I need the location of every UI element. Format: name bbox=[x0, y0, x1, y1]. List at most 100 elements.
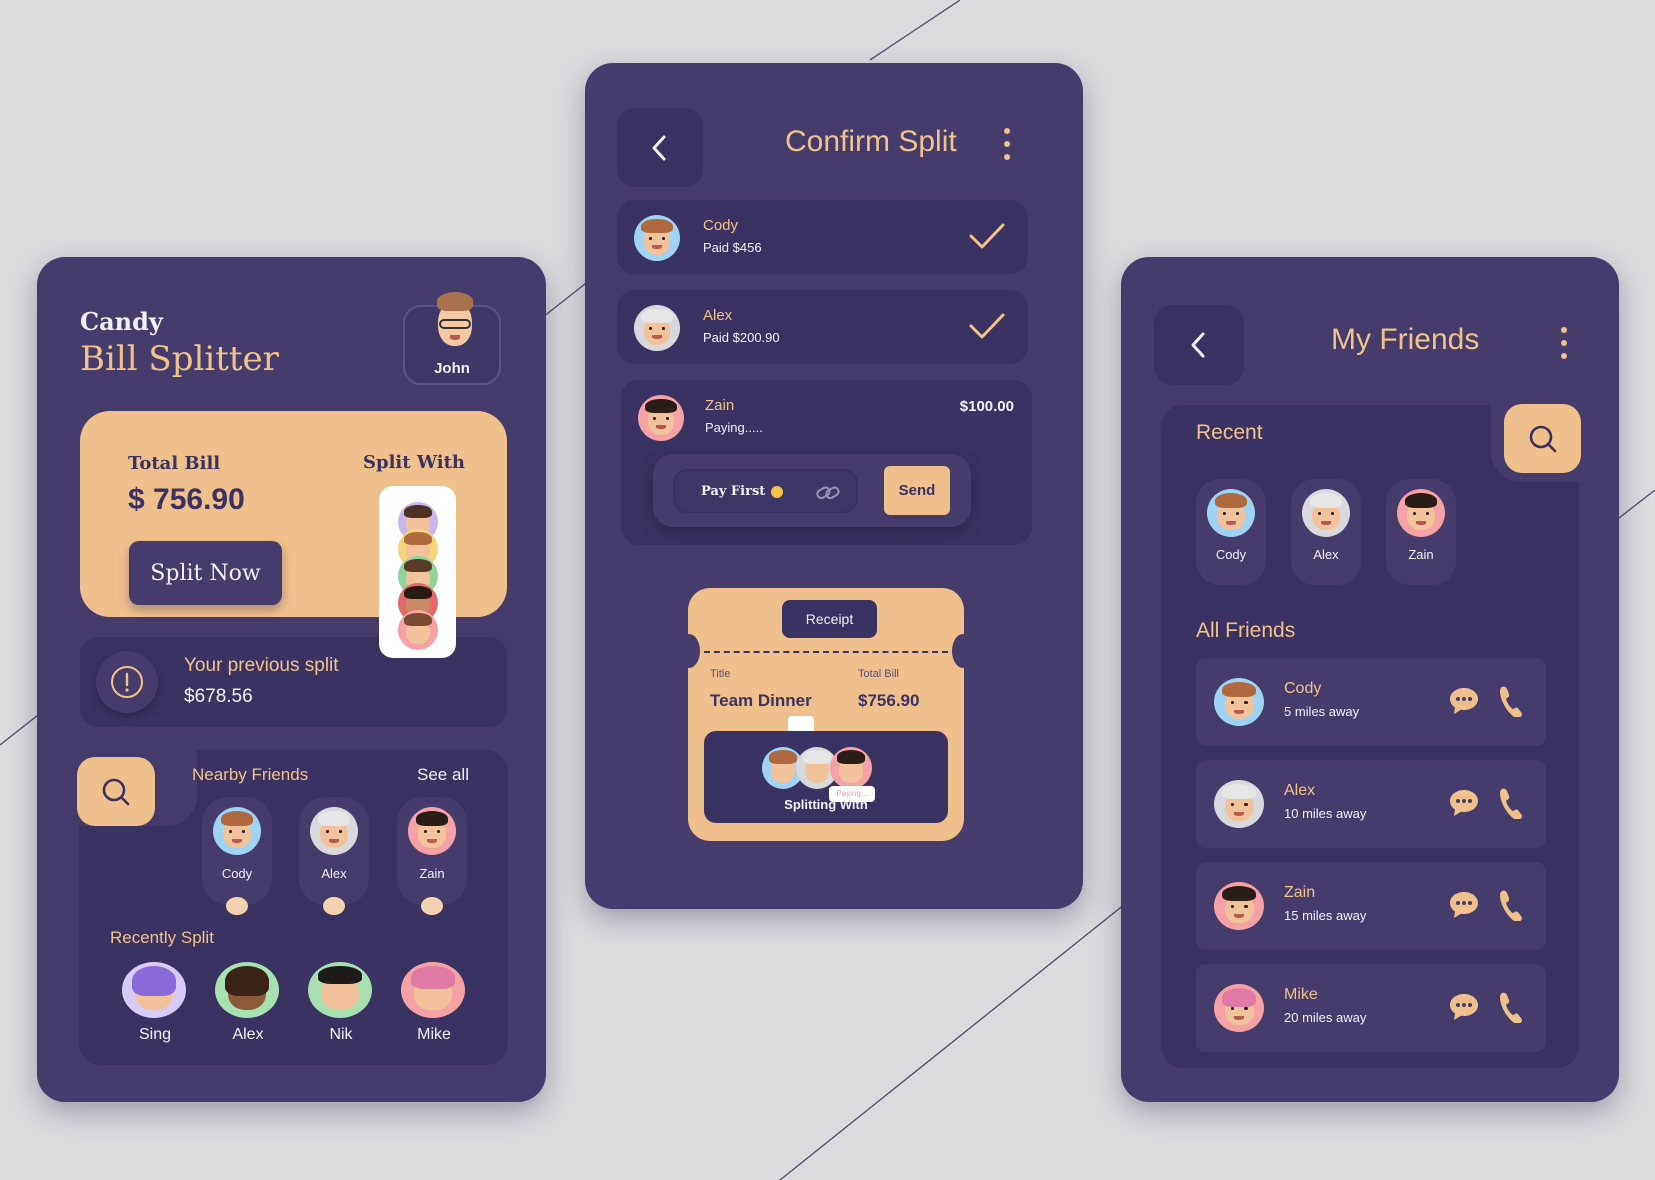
splitting-with-box: Splitting With Paying... bbox=[704, 731, 948, 823]
recent-friend-cody[interactable]: Cody bbox=[1196, 479, 1266, 585]
nearby-friends-title: Nearby Friends bbox=[192, 765, 309, 784]
mike-avatar bbox=[1214, 984, 1264, 1032]
back-button[interactable] bbox=[1154, 305, 1244, 385]
total-bill-label: Total Bill bbox=[128, 453, 221, 474]
receipt-notch-right bbox=[952, 634, 974, 668]
zain-avatar bbox=[830, 747, 872, 789]
search-button[interactable] bbox=[77, 757, 155, 826]
chat-icon[interactable] bbox=[1448, 992, 1480, 1022]
cody-avatar bbox=[634, 215, 680, 261]
split-with-stack[interactable] bbox=[379, 486, 456, 658]
split-with-label: Split With bbox=[363, 452, 465, 473]
receipt-total-value: $756.90 bbox=[858, 691, 920, 710]
friend-name: Alex bbox=[321, 866, 347, 881]
see-all-link[interactable]: See all bbox=[417, 765, 469, 785]
recent-friend-alex[interactable]: Alex bbox=[215, 962, 281, 1044]
cody-avatar bbox=[1214, 678, 1264, 726]
phone-icon[interactable] bbox=[1498, 991, 1524, 1023]
brand-label: Candy bbox=[80, 307, 163, 336]
nearby-friend-cody[interactable]: Cody bbox=[202, 797, 272, 915]
phone-icon[interactable] bbox=[1498, 787, 1524, 819]
payment-row-zain[interactable]: Zain Paying..... $100.00 Pay First Send bbox=[621, 380, 1032, 545]
split-now-button[interactable]: Split Now bbox=[129, 541, 282, 605]
pending-amount: $100.00 bbox=[959, 398, 1014, 415]
recent-friend-alex[interactable]: Alex bbox=[1291, 479, 1361, 585]
friend-name: Zain bbox=[1408, 547, 1434, 562]
phone-icon[interactable] bbox=[1498, 685, 1524, 717]
search-button[interactable] bbox=[1504, 404, 1581, 473]
online-indicator bbox=[323, 897, 345, 915]
friend-name: Alex bbox=[1284, 782, 1316, 799]
friend-row[interactable]: Cody 5 miles away bbox=[1196, 658, 1546, 746]
payment-status: Paid $200.90 bbox=[703, 330, 780, 345]
recent-friend-zain[interactable]: Zain bbox=[1386, 479, 1456, 585]
phone-icon[interactable] bbox=[1498, 889, 1524, 921]
payment-row-cody[interactable]: Cody Paid $456 bbox=[617, 200, 1028, 274]
pay-first-bar: Pay First Send bbox=[653, 454, 971, 527]
alex-avatar bbox=[1302, 489, 1350, 537]
info-icon bbox=[96, 651, 158, 713]
friend-name: Nik bbox=[329, 1026, 353, 1043]
user-name: John bbox=[434, 360, 470, 377]
chevron-left-icon bbox=[1191, 332, 1205, 358]
payer-name: Alex bbox=[703, 307, 733, 324]
smile-emoji-icon bbox=[771, 486, 783, 498]
splitting-with-label: Splitting With bbox=[784, 797, 868, 812]
friend-name: Zain bbox=[419, 866, 445, 881]
nearby-friend-alex[interactable]: Alex bbox=[299, 797, 369, 915]
friend-row[interactable]: Zain 15 miles away bbox=[1196, 862, 1546, 950]
friend-name: Cody bbox=[1215, 547, 1247, 562]
friend-name: Mike bbox=[1284, 986, 1318, 1003]
more-options-icon[interactable] bbox=[1004, 128, 1010, 160]
payer-name: Zain bbox=[705, 397, 735, 414]
recent-friend-mike[interactable]: Mike bbox=[401, 962, 467, 1044]
search-icon bbox=[1529, 425, 1556, 452]
payment-status: Paid $456 bbox=[703, 240, 762, 255]
chat-icon[interactable] bbox=[1448, 788, 1480, 818]
bill-splitter-screen: Candy Bill Splitter John Total Bill $ 75… bbox=[37, 257, 546, 1102]
chat-icon[interactable] bbox=[1448, 686, 1480, 716]
pay-first-button[interactable]: Pay First bbox=[673, 469, 858, 513]
recent-friend-sing[interactable]: Sing bbox=[122, 962, 188, 1044]
nik-avatar bbox=[308, 962, 372, 1018]
online-indicator bbox=[226, 897, 248, 915]
title-label: Title bbox=[710, 668, 731, 680]
friend-distance: 10 miles away bbox=[1284, 806, 1367, 821]
friend-row[interactable]: Alex 10 miles away bbox=[1196, 760, 1546, 848]
page-title: Confirm Split bbox=[785, 125, 957, 158]
alex-avatar bbox=[310, 807, 358, 855]
memoji-glasses-icon bbox=[431, 291, 479, 349]
zain-avatar bbox=[1214, 882, 1264, 930]
checkmark-icon bbox=[969, 223, 1005, 249]
alex-avatar bbox=[1214, 780, 1264, 828]
friend-distance: 5 miles away bbox=[1284, 704, 1360, 719]
recent-label: Recent bbox=[1196, 421, 1263, 444]
nearby-friend-zain[interactable]: Zain bbox=[397, 797, 467, 915]
total-bill-value: $ 756.90 bbox=[128, 483, 245, 516]
friend-name: Cody bbox=[221, 866, 253, 881]
cody-avatar bbox=[213, 807, 261, 855]
more-options-icon[interactable] bbox=[1561, 327, 1567, 359]
friend-name: Cody bbox=[1284, 680, 1322, 697]
receipt-total-label: Total Bill bbox=[858, 668, 899, 680]
app-title: Bill Splitter bbox=[80, 339, 279, 379]
zain-avatar bbox=[638, 395, 684, 441]
payment-status: Paying..... bbox=[705, 420, 763, 435]
recently-split-title: Recently Split bbox=[110, 928, 214, 947]
link-icon bbox=[816, 486, 840, 499]
back-button[interactable] bbox=[617, 108, 703, 187]
online-indicator bbox=[421, 897, 443, 915]
friend-name: Alex bbox=[1313, 547, 1339, 562]
send-button[interactable]: Send bbox=[884, 466, 950, 515]
friend-row[interactable]: Mike 20 miles away bbox=[1196, 964, 1546, 1052]
payment-row-alex[interactable]: Alex Paid $200.90 bbox=[617, 290, 1028, 364]
mike-avatar bbox=[401, 962, 465, 1018]
all-friends-label: All Friends bbox=[1196, 619, 1296, 642]
chat-icon[interactable] bbox=[1448, 890, 1480, 920]
avatar-5 bbox=[398, 610, 438, 650]
receipt-card[interactable]: Receipt Title Team Dinner Total Bill $75… bbox=[678, 588, 974, 841]
recent-friend-nik[interactable]: Nik bbox=[308, 962, 374, 1044]
user-profile[interactable]: John bbox=[403, 292, 501, 385]
receipt-notch-left bbox=[678, 634, 700, 668]
cody-avatar bbox=[1207, 489, 1255, 537]
